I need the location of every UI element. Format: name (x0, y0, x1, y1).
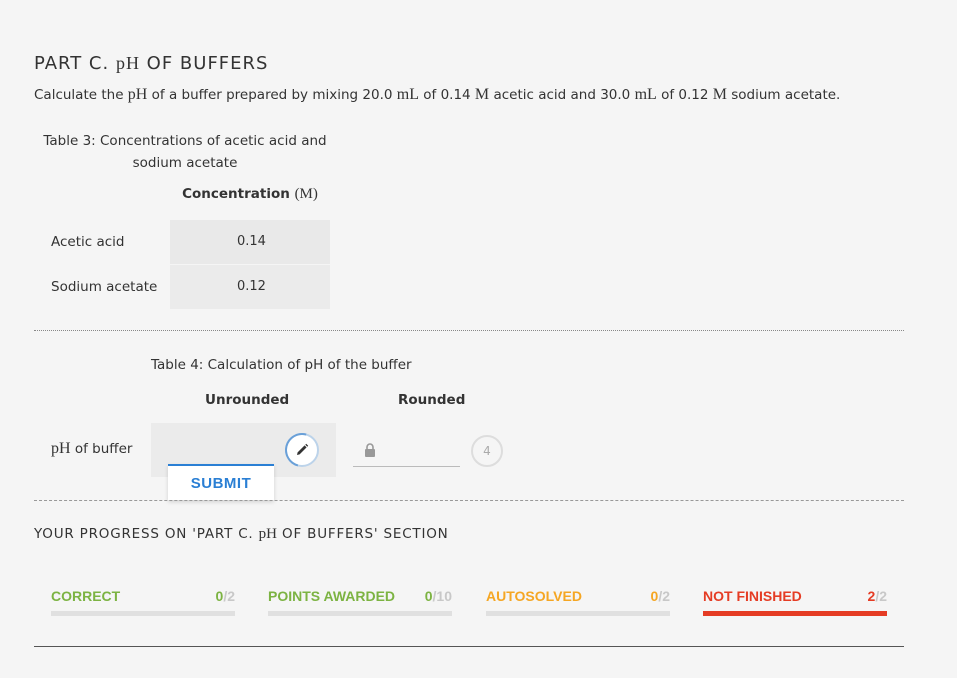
stat-correct: CORRECT 0/2 (51, 588, 235, 618)
section-divider (34, 330, 904, 331)
stat-label: AUTOSOLVED (486, 588, 582, 604)
stat-not-finished: NOT FINISHED 2/2 (703, 588, 887, 618)
table3-column-header: Concentration (M) (182, 186, 318, 202)
edit-button[interactable] (285, 433, 319, 467)
table-row: Sodium acetate 0.12 (0, 265, 330, 309)
question-text: Calculate the pH of a buffer prepared by… (34, 86, 841, 103)
row-label: Sodium acetate (51, 279, 158, 295)
concentration-cell: 0.12 (170, 265, 330, 309)
stat-label: CORRECT (51, 588, 121, 604)
stat-count: 2/2 (867, 588, 887, 604)
stat-autosolved: AUTOSOLVED 0/2 (486, 588, 670, 618)
concentration-cell: 0.14 (170, 220, 330, 264)
progress-heading: YOUR PROGRESS ON 'PART C. pH OF BUFFERS'… (34, 526, 449, 542)
bottom-divider (34, 646, 904, 647)
progress-bar (486, 611, 670, 616)
pencil-icon (297, 443, 309, 455)
rounded-header: Rounded (398, 392, 466, 408)
table3-caption: Table 3: Concentrations of acetic acid a… (43, 133, 327, 171)
lock-icon (365, 443, 375, 457)
stat-count: 0/10 (424, 588, 452, 604)
row-label: Acetic acid (51, 234, 125, 250)
progress-fill (703, 611, 887, 616)
ph-row-label: pH of buffer (51, 440, 133, 457)
section-divider (34, 500, 904, 501)
progress-bar (268, 611, 452, 616)
progress-bar (703, 611, 887, 616)
table4-caption: Table 4: Calculation of pH of the buffer (151, 357, 412, 373)
table-row: Acetic acid 0.14 (0, 220, 330, 264)
stat-count: 0/2 (215, 588, 235, 604)
stat-label: POINTS AWARDED (268, 588, 396, 604)
page-title: PART C. pH OF BUFFERS (34, 52, 269, 74)
progress-bar (51, 611, 235, 616)
stat-points-awarded: POINTS AWARDED 0/10 (268, 588, 452, 618)
submit-button[interactable]: SUBMIT (168, 464, 274, 500)
stat-count: 0/2 (650, 588, 670, 604)
unrounded-header: Unrounded (205, 392, 290, 408)
stat-label: NOT FINISHED (703, 588, 802, 604)
sig-figs-badge: 4 (471, 435, 503, 467)
